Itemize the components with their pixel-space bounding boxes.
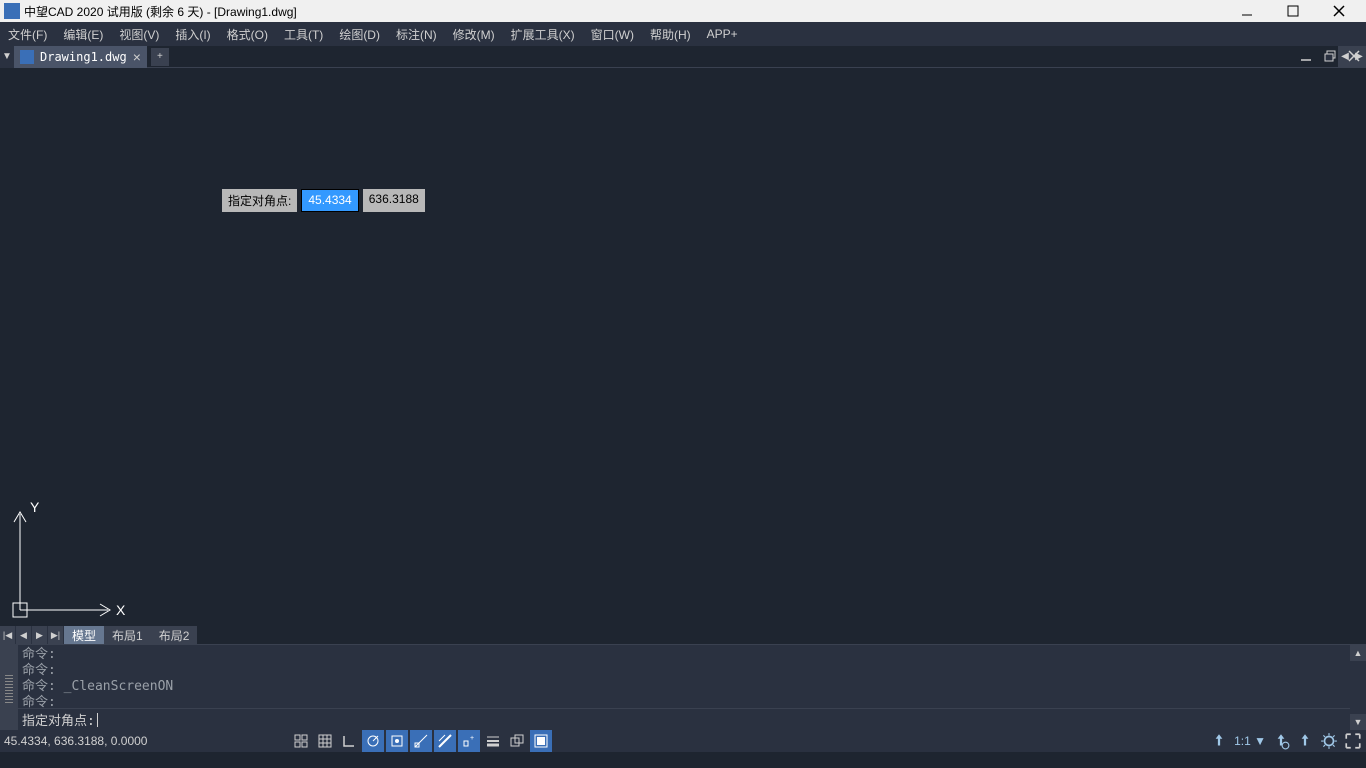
status-cleanscreen-icon[interactable] <box>1344 732 1362 750</box>
status-cycle-button[interactable] <box>506 730 528 752</box>
command-history-line: 命令: _CleanScreenON <box>22 679 1346 695</box>
ucs-icon: Y X <box>8 502 128 625</box>
ucs-x-label: X <box>116 602 126 618</box>
document-tabbar: ▼ Drawing1.dwg × + ◀ ▶ <box>0 46 1366 68</box>
layout-tab-model[interactable]: 模型 <box>64 626 104 644</box>
menu-modify[interactable]: 修改(M) <box>453 26 495 43</box>
status-otrack-button[interactable] <box>410 730 432 752</box>
menu-file[interactable]: 文件(F) <box>8 26 47 43</box>
command-scroll-up-button[interactable]: ▲ <box>1350 645 1366 661</box>
window-title: 中望CAD 2020 试用版 (剩余 6 天) - [Drawing1.dwg] <box>24 3 1224 20</box>
command-scrollbar[interactable]: ▲ ▼ <box>1350 645 1366 730</box>
mdi-window-controls <box>1298 48 1362 64</box>
mdi-minimize-button[interactable] <box>1298 48 1314 64</box>
status-settings-icon[interactable] <box>1320 732 1338 750</box>
menu-format[interactable]: 格式(O) <box>227 26 268 43</box>
document-tab-close-button[interactable]: × <box>133 49 141 65</box>
status-lineweight-button[interactable] <box>482 730 504 752</box>
layout-tab-layout1[interactable]: 布局1 <box>104 626 151 644</box>
new-document-tab-button[interactable]: + <box>151 48 169 66</box>
command-scroll-down-button[interactable]: ▼ <box>1350 714 1366 730</box>
menu-insert[interactable]: 插入(I) <box>175 26 210 43</box>
command-scroll-track[interactable] <box>1350 661 1366 714</box>
menu-view[interactable]: 视图(V) <box>119 26 159 43</box>
status-coordinates[interactable]: 45.4334, 636.3188, 0.0000 <box>4 734 147 748</box>
menu-tools[interactable]: 工具(T) <box>284 26 323 43</box>
command-input-line[interactable]: 指定对角点: <box>18 708 1350 730</box>
statusbar: 45.4334, 636.3188, 0.0000 + 1:1 ▼ <box>0 730 1366 752</box>
document-tab-active[interactable]: Drawing1.dwg × <box>14 46 147 68</box>
window-maximize-button[interactable] <box>1270 0 1316 22</box>
svg-text:+: + <box>470 735 474 742</box>
command-history-line: 命令: <box>22 663 1346 679</box>
layout-tabbar: |◀ ◀ ▶ ▶| 模型 布局1 布局2 <box>0 626 1366 644</box>
menu-help[interactable]: 帮助(H) <box>650 26 691 43</box>
dynamic-input-prompt: 指定对角点: <box>222 189 297 212</box>
command-history-line: 命令: <box>22 695 1346 708</box>
layout-nav-last-button[interactable]: ▶| <box>48 626 64 644</box>
status-annotation-visibility-icon[interactable] <box>1272 732 1290 750</box>
command-history-line: 命令: <box>22 647 1346 663</box>
document-tab-name: Drawing1.dwg <box>40 50 127 64</box>
status-ortho-button[interactable] <box>338 730 360 752</box>
status-lwt-button[interactable] <box>434 730 456 752</box>
menubar: 文件(F) 编辑(E) 视图(V) 插入(I) 格式(O) 工具(T) 绘图(D… <box>0 22 1366 46</box>
dynamic-input-x-field[interactable]: 45.4334 <box>301 189 358 212</box>
layout-nav-next-button[interactable]: ▶ <box>32 626 48 644</box>
status-model-button[interactable] <box>530 730 552 752</box>
status-dyn-button[interactable]: + <box>458 730 480 752</box>
menu-edit[interactable]: 编辑(E) <box>63 26 103 43</box>
mdi-close-button[interactable] <box>1346 48 1362 64</box>
dynamic-input-y-field[interactable]: 636.3188 <box>363 189 425 212</box>
status-annotation-scale-icon[interactable] <box>1210 732 1228 750</box>
status-annotation-scale-value[interactable]: 1:1 ▼ <box>1234 734 1266 748</box>
status-snap-button[interactable] <box>290 730 312 752</box>
layout-nav-prev-button[interactable]: ◀ <box>16 626 32 644</box>
menu-window[interactable]: 窗口(W) <box>591 26 634 43</box>
command-window-grip[interactable] <box>0 645 18 730</box>
status-osnap-button[interactable] <box>386 730 408 752</box>
tab-menu-dropdown[interactable]: ▼ <box>0 46 14 68</box>
ucs-y-label: Y <box>30 499 40 515</box>
command-window: 命令: 命令: 命令: _CleanScreenON 命令: 指定对角点: ▲ … <box>0 644 1366 730</box>
status-annotation-autoscale-icon[interactable] <box>1296 732 1314 750</box>
app-icon <box>4 3 20 19</box>
menu-dimension[interactable]: 标注(N) <box>396 26 437 43</box>
status-grid-button[interactable] <box>314 730 336 752</box>
menu-extend-tools[interactable]: 扩展工具(X) <box>511 26 575 43</box>
layout-nav-first-button[interactable]: |◀ <box>0 626 16 644</box>
command-history[interactable]: 命令: 命令: 命令: _CleanScreenON 命令: <box>18 645 1350 708</box>
menu-draw[interactable]: 绘图(D) <box>339 26 380 43</box>
menu-app-plus[interactable]: APP+ <box>707 27 738 41</box>
mdi-restore-button[interactable] <box>1322 48 1338 64</box>
command-prompt: 指定对角点: <box>22 710 95 729</box>
command-cursor <box>97 713 98 727</box>
layout-tab-layout2[interactable]: 布局2 <box>151 626 198 644</box>
window-titlebar: 中望CAD 2020 试用版 (剩余 6 天) - [Drawing1.dwg] <box>0 0 1366 22</box>
dynamic-input-tooltip: 指定对角点: 45.4334 636.3188 <box>222 189 425 212</box>
dwg-file-icon <box>20 50 34 64</box>
drawing-canvas[interactable]: 指定对角点: 45.4334 636.3188 Y X <box>0 68 1366 620</box>
status-polar-button[interactable] <box>362 730 384 752</box>
window-minimize-button[interactable] <box>1224 0 1270 22</box>
window-close-button[interactable] <box>1316 0 1362 22</box>
